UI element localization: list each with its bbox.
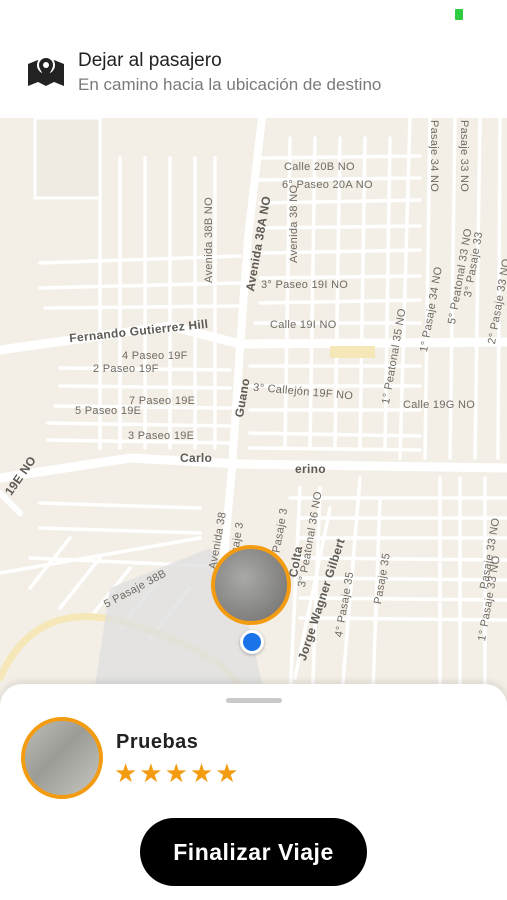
passenger-rating-stars: ★★★★★ — [114, 758, 241, 788]
street-label: 4 Paseo 19F — [122, 350, 188, 362]
current-location-dot — [240, 630, 264, 654]
sheet-drag-handle[interactable] — [226, 698, 282, 703]
map-streets — [0, 118, 507, 718]
street-label: Calle 20B NO — [284, 161, 355, 173]
street-label: Calle 19G NO — [403, 399, 476, 411]
street-label: 5 Paseo 19E — [75, 405, 142, 417]
passenger-avatar — [21, 717, 103, 799]
finish-trip-button[interactable]: Finalizar Viaje — [140, 818, 367, 886]
header-title: Dejar al pasajero — [78, 50, 222, 71]
header-subtitle: En camino hacia la ubicación de destino — [78, 75, 382, 94]
street-label: Pasaje 33 NO — [458, 120, 470, 193]
driver-marker[interactable] — [211, 545, 291, 625]
street-label: 3° Paseo 19I NO — [261, 279, 349, 291]
street-label: Avenida 38B NO — [203, 197, 215, 283]
trip-status-header: Dejar al pasajero En camino hacia la ubi… — [0, 38, 507, 119]
street-label: Pasaje 34 NO — [428, 120, 440, 193]
street-label: 3 Paseo 19E — [128, 430, 195, 442]
street-label: Avenida 38 NO — [288, 184, 300, 263]
passenger-sheet: Pruebas ★★★★★ Finalizar Viaje — [0, 684, 507, 900]
street-label: Carlo — [180, 451, 213, 465]
street-label: erino — [295, 462, 326, 476]
street-label: 2 Paseo 19F — [93, 363, 159, 375]
status-indicator — [455, 9, 463, 20]
map-view[interactable]: Calle 20B NO 6° Paseo 20A NO Avenida 38B… — [0, 118, 507, 718]
passenger-name: Pruebas — [116, 731, 199, 753]
map-icon — [28, 56, 64, 86]
street-label: Calle 19I NO — [270, 319, 337, 331]
